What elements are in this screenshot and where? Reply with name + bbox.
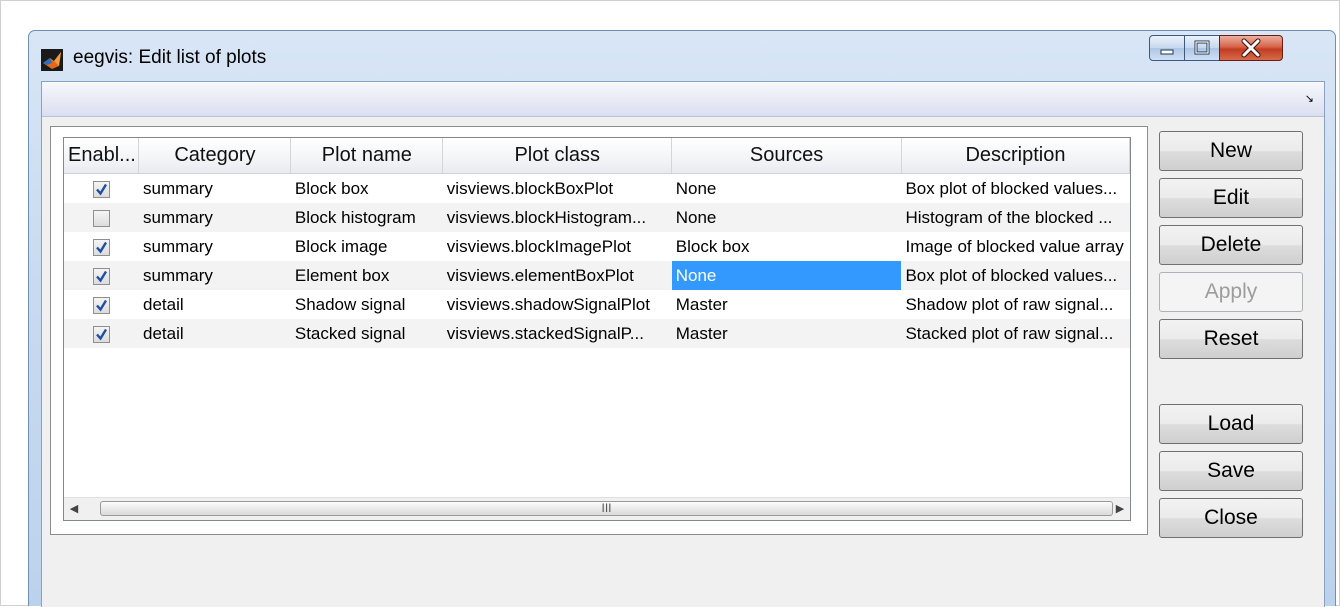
- cell-description[interactable]: Stacked plot of raw signal...: [901, 319, 1130, 348]
- window-title: eegvis: Edit list of plots: [73, 47, 267, 68]
- cell-description[interactable]: Image of blocked value array: [901, 232, 1130, 261]
- enabled-checkbox[interactable]: [92, 180, 110, 198]
- cell-sources[interactable]: None: [671, 173, 902, 203]
- column-header-plot-name[interactable]: Plot name: [290, 138, 444, 174]
- table-row[interactable]: detail Shadow signal visviews.shadowSignal…: [64, 290, 1130, 319]
- close-button[interactable]: Close: [1159, 498, 1303, 538]
- cell-plot-name[interactable]: Block image: [290, 232, 443, 261]
- cell-enabled: [64, 232, 139, 261]
- enabled-checkbox[interactable]: [92, 209, 110, 227]
- cell-description[interactable]: Histogram of the blocked ...: [901, 203, 1130, 232]
- delete-button[interactable]: Delete: [1159, 225, 1303, 265]
- cell-sources[interactable]: None: [671, 203, 902, 232]
- cell-plot-name[interactable]: Block box: [290, 173, 443, 203]
- edit-button[interactable]: Edit: [1159, 178, 1303, 218]
- column-header-enabled[interactable]: Enabl...: [64, 138, 140, 174]
- cell-plot-class[interactable]: visviews.elementBoxPlot: [442, 261, 672, 290]
- cell-sources[interactable]: Master: [671, 319, 902, 348]
- apply-button[interactable]: Apply: [1159, 272, 1303, 312]
- checkmark-icon: [96, 183, 108, 196]
- reset-button[interactable]: Reset: [1159, 319, 1303, 359]
- column-header-description[interactable]: Description: [901, 138, 1130, 174]
- checkmark-icon: [96, 299, 108, 312]
- cell-sources[interactable]: Block box: [671, 232, 902, 261]
- cell-enabled: [64, 290, 139, 319]
- cell-plot-class[interactable]: visviews.stackedSignalP...: [442, 319, 672, 348]
- plots-table: Enabl... Category Plot name Plot class S…: [64, 138, 1130, 348]
- enabled-checkbox[interactable]: [92, 238, 110, 256]
- new-button[interactable]: New: [1159, 131, 1303, 171]
- cell-category[interactable]: detail: [138, 290, 291, 319]
- load-button[interactable]: Load: [1159, 404, 1303, 444]
- title-bar[interactable]: eegvis: Edit list of plots: [29, 31, 1335, 81]
- minimize-button[interactable]: [1149, 35, 1185, 61]
- cell-plot-name[interactable]: Shadow signal: [290, 290, 443, 319]
- table-body: summary Block box visviews.blockBoxPlot Non…: [64, 173, 1130, 348]
- dialog-client-area: ↘ Enabl... Category Plot name Plot class: [41, 81, 1325, 607]
- save-button[interactable]: Save: [1159, 451, 1303, 491]
- cell-description[interactable]: Shadow plot of raw signal...: [901, 290, 1130, 319]
- table-row[interactable]: summary Block histogram visviews.blockHist…: [64, 203, 1130, 232]
- cell-plot-class[interactable]: visviews.shadowSignalPlot: [442, 290, 672, 319]
- scrollbar-grip: III: [601, 501, 612, 515]
- toolstrip: ↘: [42, 82, 1324, 117]
- cell-plot-class[interactable]: visviews.blockBoxPlot: [442, 173, 672, 203]
- cell-enabled: [64, 261, 139, 290]
- table-header-row: Enabl... Category Plot name Plot class S…: [64, 138, 1130, 174]
- matlab-logo-icon: [41, 49, 63, 71]
- table-row[interactable]: detail Stacked signal visviews.stackedSign…: [64, 319, 1130, 348]
- cell-plot-name[interactable]: Element box: [290, 261, 443, 290]
- cell-enabled: [64, 319, 139, 348]
- table-row[interactable]: summary Block image visviews.blockImagePlo…: [64, 232, 1130, 261]
- enabled-checkbox[interactable]: [92, 296, 110, 314]
- cell-enabled: [64, 173, 139, 203]
- table-row[interactable]: summary Block box visviews.blockBoxPlot Non…: [64, 173, 1130, 203]
- cell-category[interactable]: summary: [138, 173, 291, 203]
- cell-plot-name[interactable]: Stacked signal: [290, 319, 443, 348]
- enabled-checkbox[interactable]: [92, 267, 110, 285]
- close-icon: [1241, 38, 1261, 58]
- dock-arrow-icon[interactable]: ↘: [1305, 92, 1314, 105]
- cell-enabled: [64, 203, 139, 232]
- cell-plot-class[interactable]: visviews.blockImagePlot: [442, 232, 672, 261]
- enabled-checkbox[interactable]: [92, 325, 110, 343]
- cell-sources[interactable]: None: [671, 261, 902, 290]
- maximize-icon: [1194, 40, 1210, 55]
- minimize-icon: [1160, 49, 1174, 55]
- checkmark-icon: [96, 328, 108, 341]
- table-row[interactable]: summary Element box visviews.elementBoxPlo…: [64, 261, 1130, 290]
- maximize-button[interactable]: [1184, 35, 1220, 61]
- scroll-right-arrow-icon[interactable]: ▶: [1110, 498, 1130, 520]
- cell-category[interactable]: detail: [138, 319, 291, 348]
- checkmark-icon: [96, 241, 108, 254]
- cell-plot-name[interactable]: Block histogram: [290, 203, 443, 232]
- column-header-plot-class[interactable]: Plot class: [442, 138, 673, 174]
- plots-table-container: Enabl... Category Plot name Plot class S…: [63, 137, 1131, 521]
- column-header-sources[interactable]: Sources: [671, 138, 902, 174]
- cell-plot-class[interactable]: visviews.blockHistogram...: [442, 203, 672, 232]
- horizontal-scrollbar[interactable]: ◀ III ▶: [64, 497, 1130, 520]
- scroll-left-arrow-icon[interactable]: ◀: [64, 498, 84, 520]
- scrollbar-thumb[interactable]: III: [100, 501, 1113, 516]
- plots-table-panel: Enabl... Category Plot name Plot class S…: [50, 126, 1148, 535]
- cell-description[interactable]: Box plot of blocked values...: [901, 261, 1130, 290]
- cell-category[interactable]: summary: [138, 261, 291, 290]
- column-header-category[interactable]: Category: [138, 138, 292, 174]
- cell-description[interactable]: Box plot of blocked values...: [901, 173, 1130, 203]
- cell-category[interactable]: summary: [138, 232, 291, 261]
- close-window-button[interactable]: [1219, 35, 1283, 61]
- cell-sources[interactable]: Master: [671, 290, 902, 319]
- checkmark-icon: [96, 270, 108, 283]
- cell-category[interactable]: summary: [138, 203, 291, 232]
- dialog-window: eegvis: Edit list of plots ↘ Enabl... Ca…: [28, 30, 1336, 607]
